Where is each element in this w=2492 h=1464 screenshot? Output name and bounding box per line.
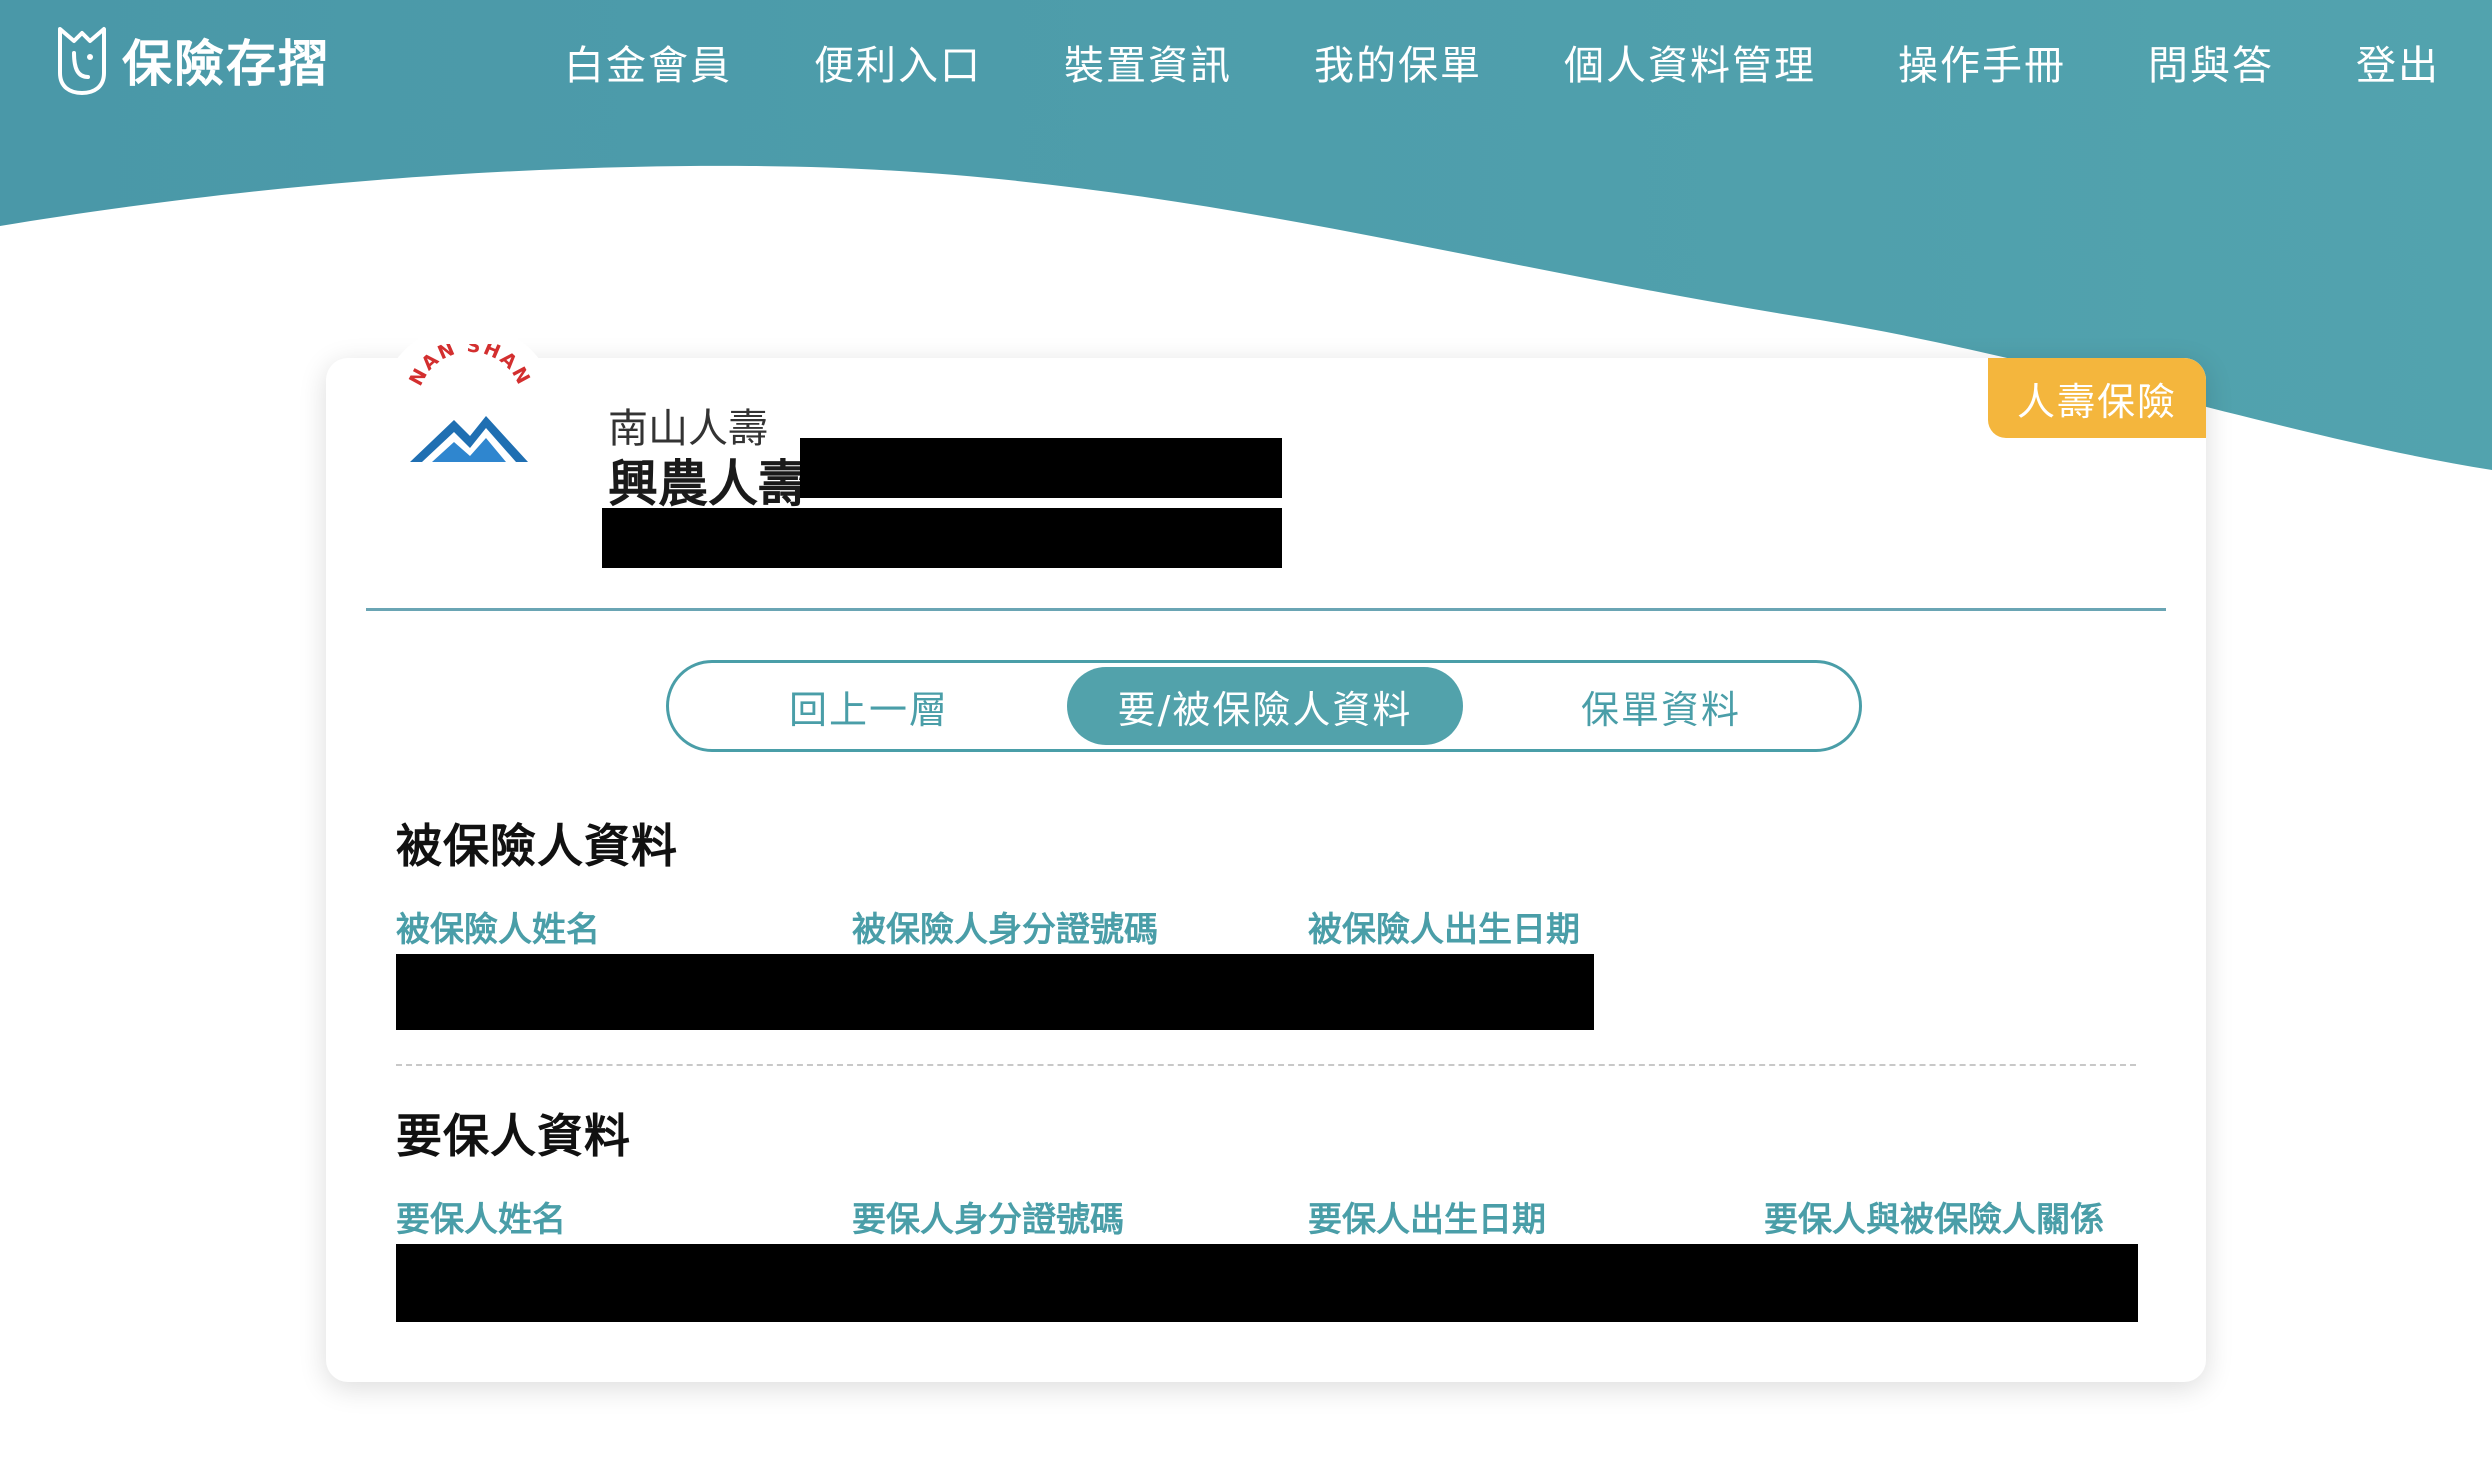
policyholder-birthdate-label: 要保人出生日期 (1308, 1200, 1546, 1240)
redacted-insured-values (396, 954, 1594, 1030)
nav-item-personal-data[interactable]: 個人資料管理 (1564, 33, 1816, 91)
policyholder-name-label: 要保人姓名 (396, 1200, 566, 1240)
top-navigation-bar: 保險存摺 白金會員 便利入口 裝置資訊 我的保單 個人資料管理 操作手冊 問與答… (0, 0, 2492, 124)
nav-item-manual[interactable]: 操作手冊 (1898, 33, 2066, 91)
insured-id-label: 被保險人身分證號碼 (852, 910, 1158, 950)
svg-text:NAN SHAN: NAN SHAN (405, 344, 535, 389)
nav-item-platinum-member[interactable]: 白金會員 (564, 33, 732, 91)
redacted-policyholder-values (396, 1244, 2138, 1322)
tab-back[interactable]: 回上一層 (671, 667, 1067, 745)
policy-card: NAN SHAN 人壽保險 南山人壽 興農人壽 回上一層 要/被保險人資料 保單… (326, 324, 2206, 1382)
nav-item-device-info[interactable]: 裝置資訊 (1064, 33, 1232, 91)
header-divider (366, 608, 2166, 611)
redacted-product-name (800, 438, 1282, 498)
passbook-logo-icon (58, 27, 106, 95)
product-name: 興農人壽 (608, 455, 808, 513)
tab-policyholder-insured-info[interactable]: 要/被保險人資料 (1067, 667, 1463, 745)
tab-policy-info[interactable]: 保單資料 (1463, 667, 1859, 745)
nav-item-quick-access[interactable]: 便利入口 (814, 33, 982, 91)
nav-item-my-policies[interactable]: 我的保單 (1314, 33, 1482, 91)
main-menu: 白金會員 便利入口 裝置資訊 我的保單 個人資料管理 操作手冊 問與答 登出 (564, 30, 2440, 94)
nav-item-faq[interactable]: 問與答 (2148, 33, 2274, 91)
insured-birthdate-label: 被保險人出生日期 (1308, 910, 1580, 950)
category-badge: 人壽保險 (1988, 358, 2206, 438)
nav-item-logout[interactable]: 登出 (2356, 33, 2440, 91)
policyholder-section-title: 要保人資料 (396, 1109, 631, 1163)
nan-shan-mountain-logo-icon: NAN SHAN (405, 344, 535, 462)
section-divider (396, 1064, 2136, 1066)
insured-name-label: 被保險人姓名 (396, 910, 600, 950)
policyholder-relationship-label: 要保人與被保險人關係 (1764, 1200, 2104, 1240)
brand-name: 保險存摺 (122, 35, 330, 93)
insured-section-title: 被保險人資料 (396, 819, 678, 873)
insurer-logo-badge: NAN SHAN (378, 324, 558, 504)
policy-tabs: 回上一層 要/被保險人資料 保單資料 (666, 660, 1862, 752)
redacted-policy-number (602, 508, 1282, 568)
brand[interactable]: 保險存摺 (52, 22, 330, 98)
policyholder-id-label: 要保人身分證號碼 (852, 1200, 1124, 1240)
